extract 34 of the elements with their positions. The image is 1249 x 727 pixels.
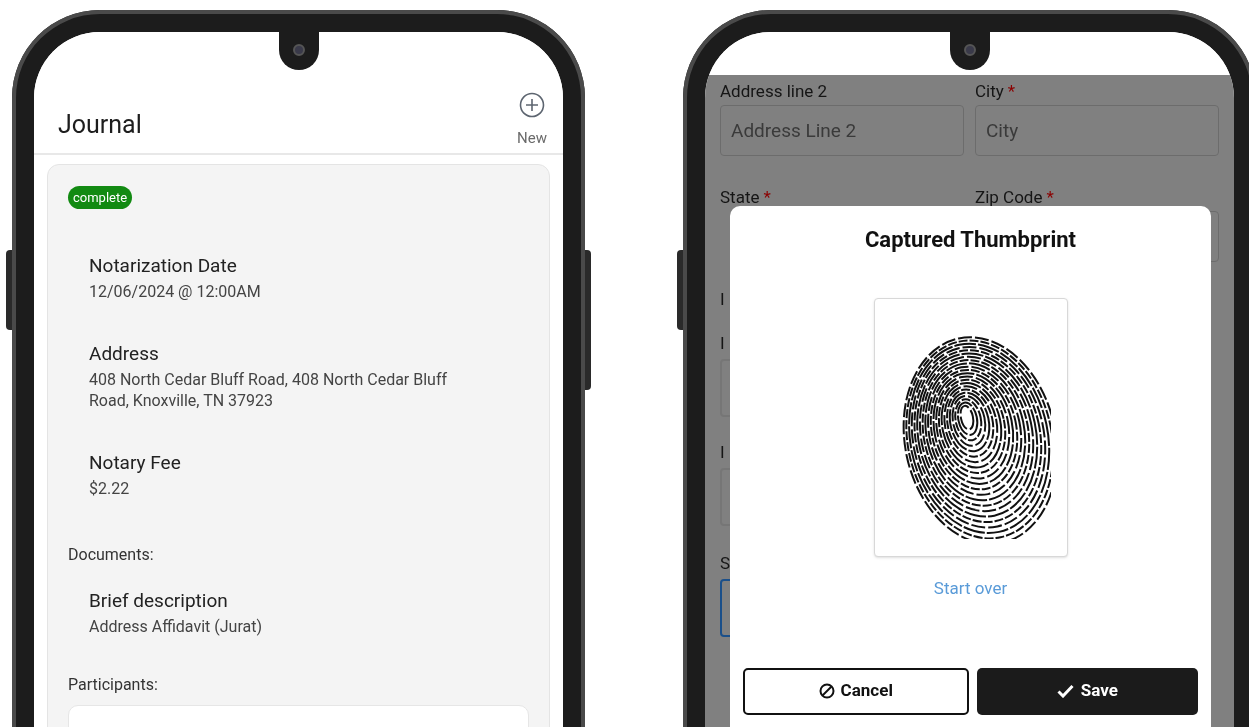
text-input[interactable]: Address Line 2 bbox=[720, 105, 964, 156]
section-heading: Participants: bbox=[68, 674, 159, 696]
section-heading: Documents: bbox=[68, 544, 155, 566]
field-label: Notary Fee bbox=[89, 451, 182, 475]
form-label: Address line 2 bbox=[720, 80, 829, 102]
required-mark: * bbox=[1007, 81, 1016, 101]
text-input[interactable]: City bbox=[975, 105, 1219, 156]
form-label: S bbox=[720, 552, 732, 574]
save-button[interactable]: Save bbox=[976, 667, 1198, 715]
form-label: I bbox=[720, 288, 726, 310]
status-badge: complete bbox=[68, 186, 133, 209]
form-label: State * bbox=[720, 186, 772, 208]
field-label: Notarization Date bbox=[89, 254, 238, 278]
field-label: Address bbox=[89, 342, 160, 366]
camera-lens-icon bbox=[292, 44, 305, 56]
form-label: City * bbox=[975, 80, 1017, 102]
field-value: Address Affidavit (Jurat) bbox=[89, 616, 263, 637]
cancel-button[interactable]: Cancel bbox=[743, 667, 969, 715]
checkmark-icon bbox=[1056, 684, 1074, 698]
page-title: Journal bbox=[58, 109, 142, 141]
prohibited-icon bbox=[818, 683, 835, 699]
required-mark: * bbox=[1046, 187, 1054, 207]
dialog-title: Captured Thumbprint bbox=[864, 226, 1077, 254]
new-button[interactable]: New bbox=[517, 92, 547, 150]
form-label: I bbox=[720, 441, 726, 463]
camera-lens-icon bbox=[963, 44, 976, 56]
field-value: 12/06/2024 @ 12:00AM bbox=[89, 281, 262, 302]
form-label: Zip Code * bbox=[975, 186, 1055, 208]
required-mark: * bbox=[763, 187, 771, 207]
plus-circle-icon bbox=[519, 92, 546, 118]
field-value: 408 North Cedar Bluff Road, 408 North Cedar Bluff Road, Knoxville, TN 37923 bbox=[89, 369, 449, 411]
field-label: Brief description bbox=[89, 589, 229, 613]
field-value: $2.22 bbox=[89, 478, 131, 499]
form-label: I bbox=[720, 332, 726, 354]
